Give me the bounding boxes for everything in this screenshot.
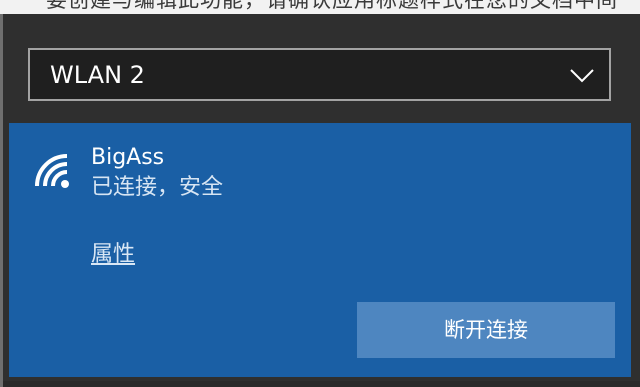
background-document: 要创建与编辑此功能，请确认应用标题样式在您的文档中间	[0, 0, 640, 14]
network-status: 已连接，安全	[91, 175, 224, 200]
network-ssid: BigAss	[91, 145, 165, 170]
flyout-bottom-divider	[3, 381, 640, 387]
background-document-text: 要创建与编辑此功能，请确认应用标题样式在您的文档中间	[46, 0, 618, 12]
network-properties-link[interactable]: 属性	[91, 240, 135, 270]
adapter-dropdown[interactable]: WLAN 2	[28, 48, 611, 101]
disconnect-button[interactable]: 断开连接	[357, 302, 615, 358]
chevron-down-icon	[570, 69, 594, 83]
adapter-dropdown-value: WLAN 2	[50, 61, 145, 89]
network-flyout-screen: 要创建与编辑此功能，请确认应用标题样式在您的文档中间 WLAN 2 BigAss…	[0, 0, 640, 387]
wifi-signal-icon	[35, 154, 69, 188]
flyout-edge	[0, 14, 3, 387]
network-item-selected[interactable]: BigAss 已连接，安全 属性 断开连接	[9, 123, 631, 377]
